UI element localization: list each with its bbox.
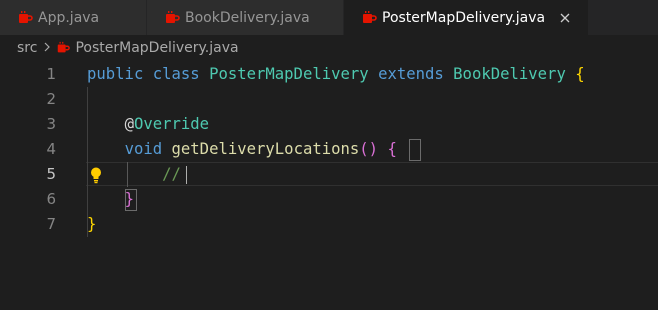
breadcrumb: src PosterMapDelivery.java [0, 37, 658, 59]
code-text: } [87, 212, 96, 237]
code-token: void [124, 140, 172, 158]
close-icon[interactable] [557, 10, 573, 26]
code-line[interactable]: 3 @Override [0, 112, 658, 137]
lightbulb-icon[interactable] [89, 166, 103, 184]
tab-postermapdelivery-java[interactable]: PosterMapDelivery.java [344, 0, 588, 35]
code-token: { [387, 140, 397, 158]
code-token: BookDelivery [453, 65, 576, 83]
code-token: public [87, 65, 153, 83]
line-number: 6 [46, 190, 56, 208]
tab-bookdelivery-java[interactable]: BookDelivery.java [147, 0, 343, 35]
line-number: 7 [46, 215, 56, 233]
tab-app-java[interactable]: App.java [0, 0, 146, 35]
java-cup-icon [363, 10, 377, 23]
code-text: } [87, 187, 134, 212]
code-line[interactable]: 1 public class PosterMapDelivery extends … [0, 62, 658, 87]
line-number: 4 [46, 140, 56, 158]
code-token: // [162, 165, 181, 183]
chevron-right-icon [43, 41, 51, 55]
code-token: } [124, 190, 134, 208]
code-editor[interactable]: 1 public class PosterMapDelivery extends … [0, 62, 658, 310]
tab-bar: App.java BookDelivery.java PosterMapDeli… [0, 0, 658, 35]
tab-label: App.java [38, 9, 100, 26]
code-line[interactable]: 6 } [0, 187, 658, 212]
java-cup-icon [166, 10, 180, 23]
code-token: PosterMapDelivery [209, 65, 379, 83]
code-token: @ [124, 115, 134, 133]
code-token: getDeliveryLocations [171, 140, 360, 158]
code-line[interactable]: 7} [0, 212, 658, 237]
code-text: @Override [87, 112, 210, 137]
line-number: 3 [46, 115, 56, 133]
tab-label: BookDelivery.java [185, 9, 310, 26]
text-cursor [186, 166, 187, 184]
code-token: extends [378, 65, 454, 83]
breadcrumb-folder[interactable]: src [17, 40, 37, 56]
tab-label: PosterMapDelivery.java [382, 9, 546, 26]
code-token: } [87, 215, 97, 233]
line-number: 1 [46, 65, 56, 83]
code-token: () [359, 140, 388, 158]
code-line[interactable]: 2 [0, 87, 658, 112]
code-line[interactable]: 4 void getDeliveryLocations() { [0, 137, 658, 162]
code-token: Override [133, 115, 210, 133]
code-token: class [152, 65, 210, 83]
code-text: void getDeliveryLocations() { [87, 137, 397, 162]
code-text: public class PosterMapDelivery extends B… [87, 62, 585, 87]
code-token: { [575, 65, 585, 83]
line-number: 2 [46, 90, 56, 108]
java-cup-icon [19, 10, 33, 23]
java-cup-icon [58, 41, 71, 53]
breadcrumb-file[interactable]: PosterMapDelivery.java [75, 40, 238, 56]
line-number: 5 [46, 165, 56, 183]
